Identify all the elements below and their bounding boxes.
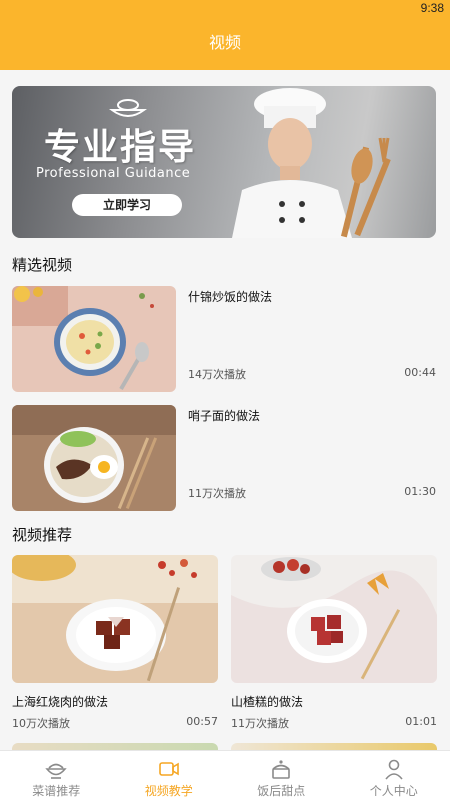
bottom-tab-bar: 菜谱推荐 视频教学 饭后甜点 个人中心 — [0, 750, 450, 800]
tab-label: 菜谱推荐 — [32, 784, 81, 798]
learn-now-button[interactable]: 立即学习 — [72, 194, 182, 216]
video-item-2[interactable]: 哨子面的做法 11万次播放 01:30 — [0, 405, 450, 511]
recommended-section-title: 视频推荐 — [12, 526, 73, 544]
video-item-1[interactable]: 什锦炒饭的做法 14万次播放 00:44 — [0, 286, 450, 392]
tab-label: 饭后甜点 — [257, 784, 306, 798]
video-play-count: 10万次播放 — [12, 717, 70, 730]
bowl-logo-icon — [108, 99, 148, 117]
video-duration: 00:57 — [186, 715, 218, 728]
video-duration: 01:01 — [405, 715, 437, 728]
banner-subtitle: Professional Guidance — [36, 166, 191, 181]
tab-label: 视频教学 — [144, 784, 193, 798]
video-title: 山楂糕的做法 — [231, 695, 304, 709]
status-bar: 9:38 — [0, 0, 450, 16]
video-duration: 01:30 — [404, 485, 436, 498]
video-thumbnail — [231, 555, 437, 683]
tab-video-tutorials[interactable]: 视频教学 — [113, 751, 226, 800]
video-play-count: 11万次播放 — [231, 717, 289, 730]
chef-illustration — [232, 88, 391, 238]
promo-banner[interactable]: 专业指导 Professional Guidance 立即学习 — [12, 86, 436, 238]
page-title: 视频 — [208, 33, 241, 52]
video-thumbnail — [12, 286, 176, 392]
video-title: 哨子面的做法 — [188, 409, 261, 423]
cake-icon — [272, 760, 291, 779]
video-icon — [158, 762, 179, 776]
tab-profile[interactable]: 个人中心 — [338, 751, 450, 800]
video-thumbnail — [12, 405, 176, 511]
featured-section-title: 精选视频 — [12, 256, 73, 274]
video-title: 什锦炒饭的做法 — [188, 290, 273, 304]
video-title: 上海红烧肉的做法 — [12, 695, 109, 709]
tab-recipes[interactable]: 菜谱推荐 — [0, 751, 113, 800]
video-thumbnail — [12, 555, 218, 683]
bowl-icon — [45, 763, 67, 779]
video-play-count: 14万次播放 — [188, 368, 246, 381]
person-icon — [385, 759, 403, 780]
video-duration: 00:44 — [404, 366, 436, 379]
tab-desserts[interactable]: 饭后甜点 — [225, 751, 338, 800]
banner-headline: 专业指导 — [44, 127, 197, 168]
status-time: 9:38 — [420, 1, 444, 15]
video-play-count: 11万次播放 — [188, 487, 246, 500]
tab-label: 个人中心 — [369, 784, 418, 798]
title-bar: 视频 — [0, 16, 450, 70]
